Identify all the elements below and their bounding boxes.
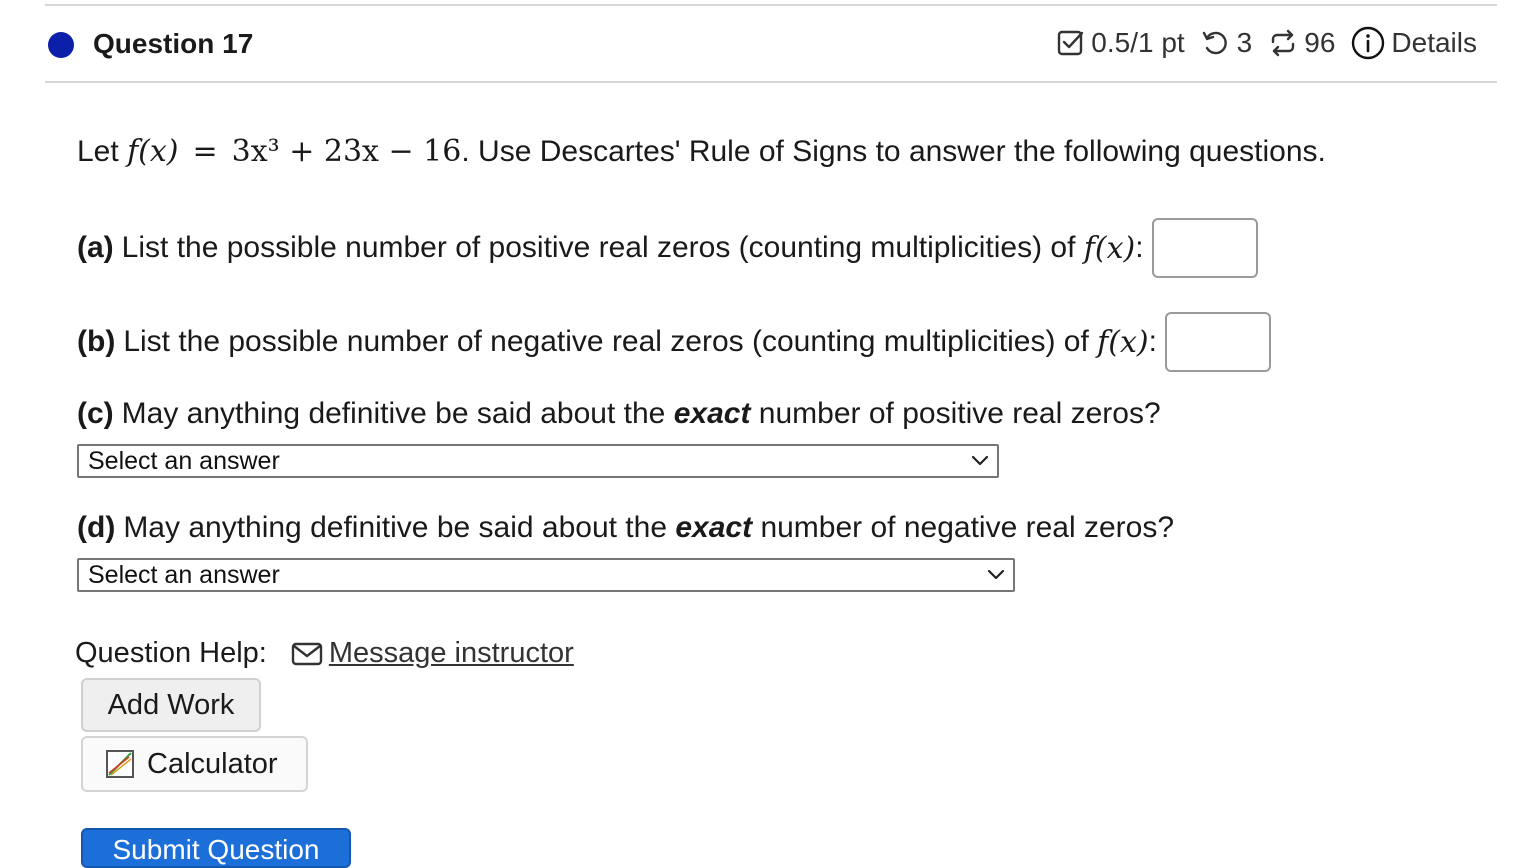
part-c-label: (c) (77, 397, 114, 430)
part-b-label: (b) (77, 325, 116, 358)
part-d-post: number of negative real zeros? (760, 511, 1175, 544)
calculator-label: Calculator (147, 747, 278, 780)
answer-b-input[interactable] (1164, 312, 1271, 372)
function-lhs: f(x) (127, 134, 179, 169)
checkbox-icon (1058, 30, 1084, 56)
part-d-label: (d) (77, 511, 116, 544)
problem-statement: Let f(x) = 3x³ + 23x − 16 . Use Descarte… (77, 134, 1326, 169)
submissions-count: 96 (1304, 27, 1336, 58)
details-button[interactable]: Details (1351, 26, 1477, 60)
top-divider (45, 4, 1497, 6)
equals-sign: = (192, 134, 218, 169)
part-b-colon: : (1148, 325, 1157, 358)
details-label: Details (1391, 27, 1477, 58)
part-a-colon: : (1135, 231, 1144, 264)
add-work-button[interactable]: Add Work (81, 678, 261, 732)
answer-d-select-value: Select an answer (88, 560, 280, 589)
part-d-emphasis: exact (675, 511, 753, 544)
score-group: 0.5/1 pt (1057, 27, 1185, 59)
part-b-text: List the possible number of negative rea… (123, 325, 1089, 358)
chevron-down-icon (987, 569, 1005, 580)
score-text: 0.5/1 pt (1091, 27, 1185, 58)
part-d-pre: May anything definitive be said about th… (123, 511, 668, 544)
part-a: (a) List the possible number of positive… (77, 218, 1258, 278)
intro-let: Let (77, 134, 119, 168)
calculator-icon (106, 750, 134, 778)
part-c: (c) May anything definitive be said abou… (77, 397, 1161, 431)
help-label: Question Help: (75, 637, 267, 669)
attempts-count: 3 (1236, 27, 1253, 58)
attempts-group: 3 (1201, 27, 1253, 59)
info-icon (1352, 26, 1385, 60)
calculator-button[interactable]: Calculator (81, 736, 308, 792)
part-d: (d) May anything definitive be said abou… (77, 511, 1174, 545)
part-b-fx: f(x) (1097, 324, 1149, 360)
question-help: Question Help: Message instructor (75, 637, 574, 670)
message-instructor-link[interactable]: Message instructor (329, 637, 574, 670)
part-c-emphasis: exact (673, 397, 751, 430)
mail-icon (291, 642, 323, 665)
intro-rest: . Use Descartes' Rule of Signs to answer… (461, 134, 1326, 168)
part-a-label: (a) (77, 231, 114, 264)
question-meta: 0.5/1 pt 3 96 Details (1057, 26, 1477, 60)
part-c-pre: May anything definitive be said about th… (121, 397, 666, 430)
status-dot (48, 32, 74, 58)
add-work-label: Add Work (107, 688, 235, 721)
question-title: Question 17 (93, 28, 254, 59)
answer-a-input[interactable] (1151, 218, 1258, 278)
part-b: (b) List the possible number of negative… (77, 312, 1271, 372)
part-a-text: List the possible number of positive rea… (121, 231, 1076, 264)
chevron-down-icon (971, 455, 989, 466)
answer-c-select-value: Select an answer (88, 446, 280, 475)
retry-icon (1202, 31, 1227, 55)
header-divider (45, 81, 1497, 83)
part-c-post: number of positive real zeros? (758, 397, 1161, 430)
submit-question-button[interactable]: Submit Question (81, 828, 351, 868)
part-a-fx: f(x) (1083, 230, 1136, 266)
function-rhs: 3x³ + 23x − 16 (231, 134, 462, 169)
submissions-icon (1272, 29, 1295, 57)
answer-c-select[interactable]: Select an answer (77, 444, 999, 478)
submissions-group: 96 (1268, 27, 1335, 59)
answer-d-select[interactable]: Select an answer (77, 558, 1015, 592)
